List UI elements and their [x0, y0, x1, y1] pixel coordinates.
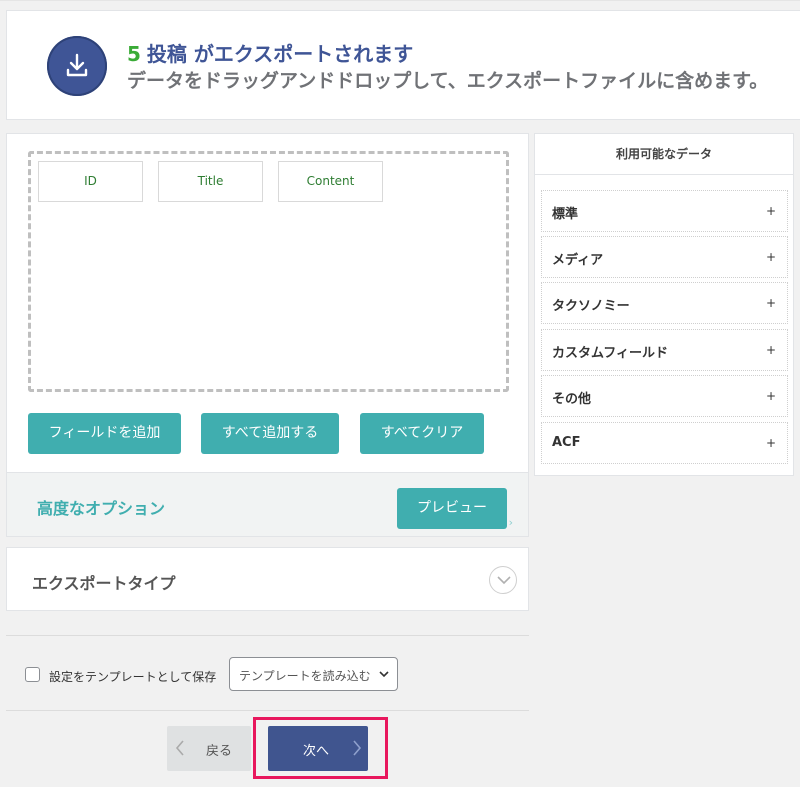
next-button-label: 次へ	[303, 744, 330, 759]
available-item-custom-fields[interactable]: カスタムフィールド +	[541, 329, 788, 371]
available-data-title: 利用可能なデータ	[535, 134, 793, 175]
expand-plus-icon: +	[765, 296, 776, 310]
available-item-label: メディア	[552, 253, 604, 268]
available-item-standard[interactable]: 標準 +	[541, 190, 788, 232]
available-data-panel: 利用可能なデータ 標準 + メディア + タクソノミー + カスタムフィールド …	[534, 133, 794, 476]
chevron-right-icon	[353, 740, 362, 756]
field-dropzone[interactable]: ID Title Content	[28, 151, 509, 392]
expand-plus-icon: +	[765, 204, 776, 218]
available-item-label: その他	[552, 392, 592, 407]
available-item-label: 標準	[552, 207, 579, 222]
export-count: 5	[127, 42, 141, 66]
available-item-label: ACF	[552, 435, 581, 450]
load-template-select[interactable]: テンプレートを読み込む	[229, 657, 398, 691]
field-chip-title[interactable]: Title	[158, 161, 263, 202]
divider	[6, 710, 529, 711]
preview-button-label: プレビュー	[417, 500, 487, 516]
save-template-label: 設定をテンプレートとして保存	[49, 670, 217, 684]
save-template-checkbox[interactable]	[25, 667, 40, 682]
advanced-options-bar: 高度なオプション プレビュー ›	[7, 472, 528, 536]
divider	[6, 635, 529, 636]
preview-button[interactable]: プレビュー ›	[397, 488, 513, 529]
available-item-taxonomy[interactable]: タクソノミー +	[541, 282, 788, 324]
top-border	[0, 0, 800, 1]
export-type-section[interactable]: エクスポートタイプ	[6, 547, 529, 611]
expand-plus-icon: +	[765, 389, 776, 403]
expand-plus-icon: +	[765, 250, 776, 264]
chevron-down-icon[interactable]	[489, 566, 517, 594]
export-subtitle: データをドラッグアンドドロップして、エクスポートファイルに含めます。	[127, 70, 769, 92]
field-builder-panel: ID Title Content フィールドを追加 すべて追加する すべてクリア…	[6, 133, 529, 537]
chevron-down-icon	[379, 671, 389, 678]
clear-all-button[interactable]: すべてクリア	[360, 413, 484, 454]
available-item-media[interactable]: メディア +	[541, 236, 788, 278]
next-button[interactable]: 次へ	[268, 726, 368, 771]
advanced-options-toggle[interactable]: 高度なオプション	[37, 495, 165, 519]
chevron-left-icon	[175, 740, 184, 756]
export-summary-banner: 5 投稿 がエクスポートされます データをドラッグアンドドロップして、エクスポート…	[6, 10, 800, 120]
available-item-acf[interactable]: ACF +	[541, 422, 788, 464]
add-all-button[interactable]: すべて追加する	[201, 413, 339, 454]
available-item-label: カスタムフィールド	[552, 346, 668, 361]
available-item-other[interactable]: その他 +	[541, 375, 788, 417]
export-title: 5 投稿 がエクスポートされます	[127, 38, 413, 67]
field-chip-content[interactable]: Content	[278, 161, 383, 202]
export-title-text: 投稿 がエクスポートされます	[146, 42, 414, 66]
back-button-label: 戻る	[206, 744, 233, 759]
back-button[interactable]: 戻る	[167, 726, 251, 771]
add-field-button[interactable]: フィールドを追加	[28, 413, 181, 454]
available-item-label: タクソノミー	[552, 299, 630, 314]
download-icon	[47, 36, 107, 96]
expand-plus-icon: +	[765, 436, 776, 450]
expand-plus-icon: +	[765, 343, 776, 357]
load-template-value: テンプレートを読み込む	[239, 669, 371, 683]
export-type-label: エクスポートタイプ	[32, 574, 176, 593]
chevron-right-icon: ›	[508, 516, 513, 529]
field-chip-id[interactable]: ID	[38, 161, 143, 202]
